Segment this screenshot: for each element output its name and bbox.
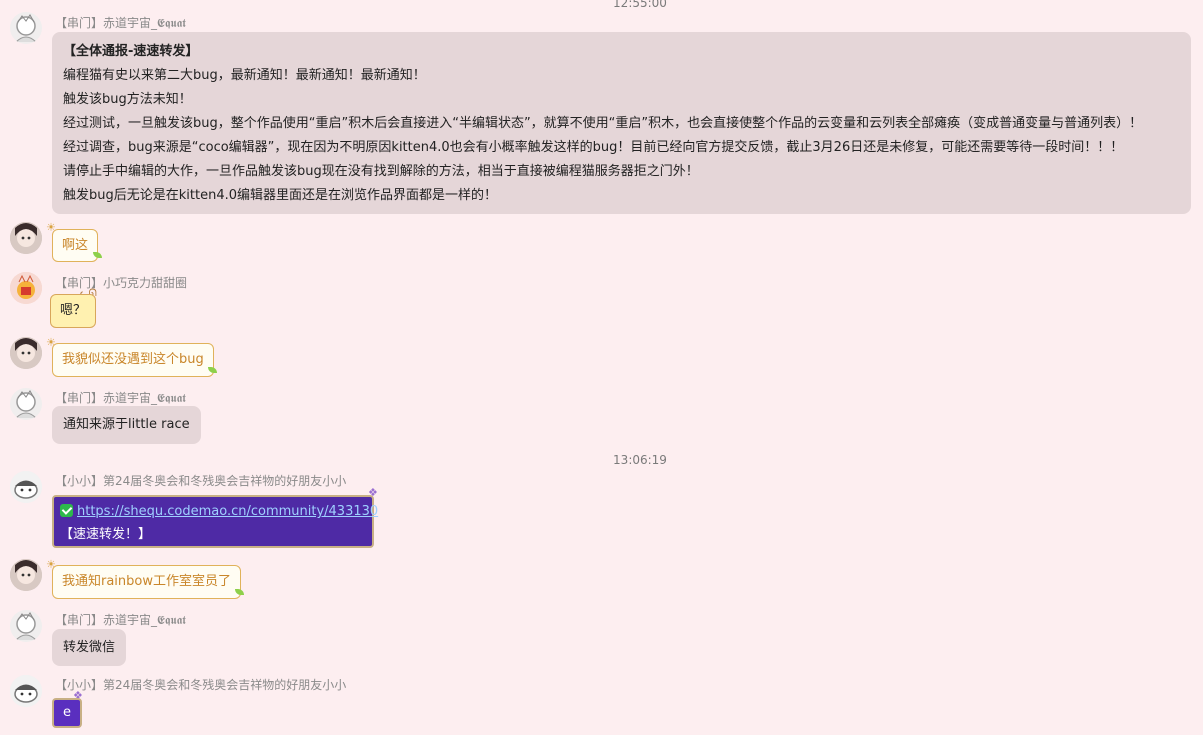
message-line: 经过测试，一旦触发该bug，整个作品使用“重启”积木后会直接进入“半编辑状态”，…	[63, 116, 1143, 131]
message-bubble[interactable]: 通知来源于little race	[52, 406, 201, 444]
sender-name: 【串门】小巧克力甜甜圈	[55, 276, 188, 290]
message-text: 嗯？	[60, 303, 87, 318]
message-text: 我通知rainbow工作室室员了	[62, 574, 232, 589]
avatar-image-icon	[10, 559, 42, 591]
message-bubble[interactable]: https://shequ.codemao.cn/community/43313…	[52, 495, 378, 548]
avatar-image-icon	[15, 612, 37, 641]
avatar[interactable]	[10, 12, 42, 44]
avatar[interactable]	[10, 675, 42, 707]
sender-name: 【串门】赤道宇宙_𝕰𝖖𝖚𝖆𝖙	[55, 613, 186, 627]
message-text: 啊这	[62, 238, 89, 253]
message-line: 触发该bug方法未知！	[63, 92, 192, 107]
message-bubble[interactable]: 【全体通报-速速转发】 编程猫有史以来第二大bug，最新通知！最新通知！最新通知…	[52, 32, 1191, 214]
avatar-image-icon	[10, 675, 42, 707]
message-text: 我貌似还没遇到这个bug	[62, 352, 204, 367]
message-text: 转发微信	[63, 640, 116, 655]
message-bubble[interactable]: 转发微信	[52, 629, 127, 666]
message-bubble[interactable]: 我貌似还没遇到这个bug	[52, 343, 214, 377]
check-badge-icon	[60, 504, 73, 517]
timestamp: 13:06:19	[613, 453, 667, 467]
avatar[interactable]	[10, 471, 42, 503]
timestamp: 12:55:00	[613, 0, 667, 10]
sender-name: 【小小】第24届冬奥会和冬残奥会吉祥物的好朋友小小	[55, 474, 347, 488]
sender-name: 【小小】第24届冬奥会和冬残奥会吉祥物的好朋友小小	[55, 678, 347, 692]
message-bubble[interactable]: 啊这	[52, 229, 99, 262]
avatar-image-icon	[15, 14, 37, 43]
message-line: 【全体通报-速速转发】	[63, 44, 199, 59]
community-link[interactable]: https://shequ.codemao.cn/community/43313…	[77, 504, 378, 519]
avatar-image-icon	[15, 390, 37, 419]
avatar[interactable]	[10, 272, 42, 304]
message-text: e	[63, 705, 71, 720]
message-bubble[interactable]: 嗯？	[50, 294, 97, 328]
message-line: 经过调查，bug来源是“coco编辑器”，现在因为不明原因kitten4.0也会…	[63, 140, 1124, 155]
message-line: 请停止手中编辑的大作，一旦作品触发该bug现在没有找到解除的方法，相当于直接被编…	[63, 164, 699, 179]
message-text: 【速速转发！】	[60, 527, 152, 542]
avatar[interactable]	[10, 222, 42, 254]
message-bubble[interactable]: 我通知rainbow工作室室员了	[52, 565, 242, 599]
avatar[interactable]	[10, 388, 42, 420]
chat-window[interactable]: 12:55:00 【串门】赤道宇宙_𝕰𝖖𝖚𝖆𝖙 【全体通报-速速转发】 编程猫有…	[0, 0, 1203, 735]
avatar-image-icon	[10, 337, 42, 369]
avatar-image-icon	[10, 272, 42, 304]
sender-name: 【串门】赤道宇宙_𝕰𝖖𝖚𝖆𝖙	[55, 391, 186, 405]
avatar[interactable]	[10, 610, 42, 642]
message-line: 触发bug后无论是在kitten4.0编辑器里面还是在浏览作品界面都是一样的！	[63, 188, 497, 203]
message-bubble[interactable]: e	[52, 698, 82, 728]
avatar-image-icon	[10, 471, 42, 503]
message-line: 编程猫有史以来第二大bug，最新通知！最新通知！最新通知！	[63, 68, 426, 83]
avatar[interactable]	[10, 337, 42, 369]
avatar-image-icon	[10, 222, 42, 254]
avatar[interactable]	[10, 559, 42, 591]
sender-name: 【串门】赤道宇宙_𝕰𝖖𝖚𝖆𝖙	[55, 16, 186, 30]
message-text: 通知来源于little race	[63, 417, 190, 432]
